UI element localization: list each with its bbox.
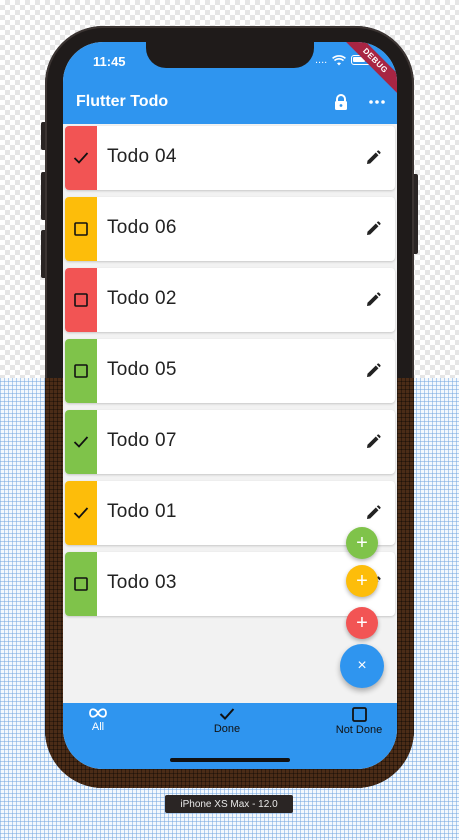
checkbox-outline-icon [74, 364, 88, 378]
edit-button[interactable] [363, 503, 383, 523]
more-horizontal-icon [369, 100, 385, 104]
todo-checkbox[interactable] [72, 362, 90, 380]
check-icon [73, 152, 89, 164]
checkbox-outline-icon [74, 577, 88, 591]
todo-color-strip[interactable] [65, 268, 97, 332]
wifi-icon [332, 54, 347, 65]
todo-color-strip[interactable] [65, 481, 97, 545]
todo-item[interactable]: Todo 02 [65, 268, 395, 332]
nav-label-all: All [91, 721, 105, 733]
nav-item-all[interactable]: All [63, 707, 138, 733]
add-green-todo-button[interactable]: + [346, 527, 378, 559]
pencil-icon [367, 221, 381, 235]
todo-color-strip[interactable] [65, 552, 97, 616]
nav-label-done: Done [213, 723, 241, 735]
todo-color-strip[interactable] [65, 126, 97, 190]
edit-button[interactable] [363, 432, 383, 452]
app-screen: 11:45 .... DEBUG Flutter Todo Todo 04 To… [63, 42, 397, 769]
status-time: 11:45 [93, 54, 126, 69]
todo-item[interactable]: Todo 06 [65, 197, 395, 261]
todo-label: Todo 05 [107, 359, 177, 380]
device-notch [146, 42, 314, 68]
nav-item-done[interactable]: Done [187, 707, 267, 735]
signal-icon: .... [315, 54, 328, 66]
todo-label: Todo 03 [107, 572, 177, 593]
infinity-icon [89, 708, 107, 718]
pencil-icon [367, 363, 381, 377]
home-indicator [170, 758, 290, 762]
checkbox-outline-icon [74, 222, 88, 236]
pencil-icon [367, 150, 381, 164]
todo-item[interactable]: Todo 07 [65, 410, 395, 474]
check-icon [73, 507, 89, 519]
todo-item[interactable]: Todo 01 [65, 481, 395, 545]
todo-label: Todo 07 [107, 430, 177, 451]
close-fab-button[interactable]: × [340, 644, 384, 688]
nav-item-not-done[interactable]: Not Done [319, 707, 397, 736]
pencil-icon [367, 434, 381, 448]
edit-button[interactable] [363, 219, 383, 239]
todo-checkbox[interactable] [72, 149, 90, 167]
edit-button[interactable] [363, 148, 383, 168]
add-yellow-todo-button[interactable]: + [346, 565, 378, 597]
add-red-todo-button[interactable]: + [346, 607, 378, 639]
todo-label: Todo 04 [107, 146, 177, 167]
checkbox-outline-icon [351, 707, 367, 722]
todo-label: Todo 01 [107, 501, 177, 522]
check-icon [219, 708, 235, 720]
check-icon [73, 436, 89, 448]
edit-button[interactable] [363, 361, 383, 381]
todo-color-strip[interactable] [65, 339, 97, 403]
todo-item[interactable]: Todo 05 [65, 339, 395, 403]
pencil-icon [367, 292, 381, 306]
device-label: iPhone XS Max - 12.0 [165, 795, 293, 813]
todo-color-strip[interactable] [65, 410, 97, 474]
edit-button[interactable] [363, 290, 383, 310]
todo-checkbox[interactable] [72, 220, 90, 238]
todo-checkbox[interactable] [72, 433, 90, 451]
todo-label: Todo 06 [107, 217, 177, 238]
lock-icon [335, 93, 347, 110]
checkbox-outline-icon [74, 293, 88, 307]
lock-button[interactable] [329, 90, 353, 114]
todo-checkbox[interactable] [72, 504, 90, 522]
nav-label-not-done: Not Done [335, 724, 383, 736]
todo-checkbox[interactable] [72, 291, 90, 309]
todo-label: Todo 02 [107, 288, 177, 309]
todo-checkbox[interactable] [72, 575, 90, 593]
bottom-navigation: All Done Not Done [63, 703, 397, 769]
todo-color-strip[interactable] [65, 197, 97, 261]
more-options-button[interactable] [365, 90, 389, 114]
app-title: Flutter Todo [76, 93, 169, 110]
todo-item[interactable]: Todo 04 [65, 126, 395, 190]
pencil-icon [367, 505, 381, 519]
